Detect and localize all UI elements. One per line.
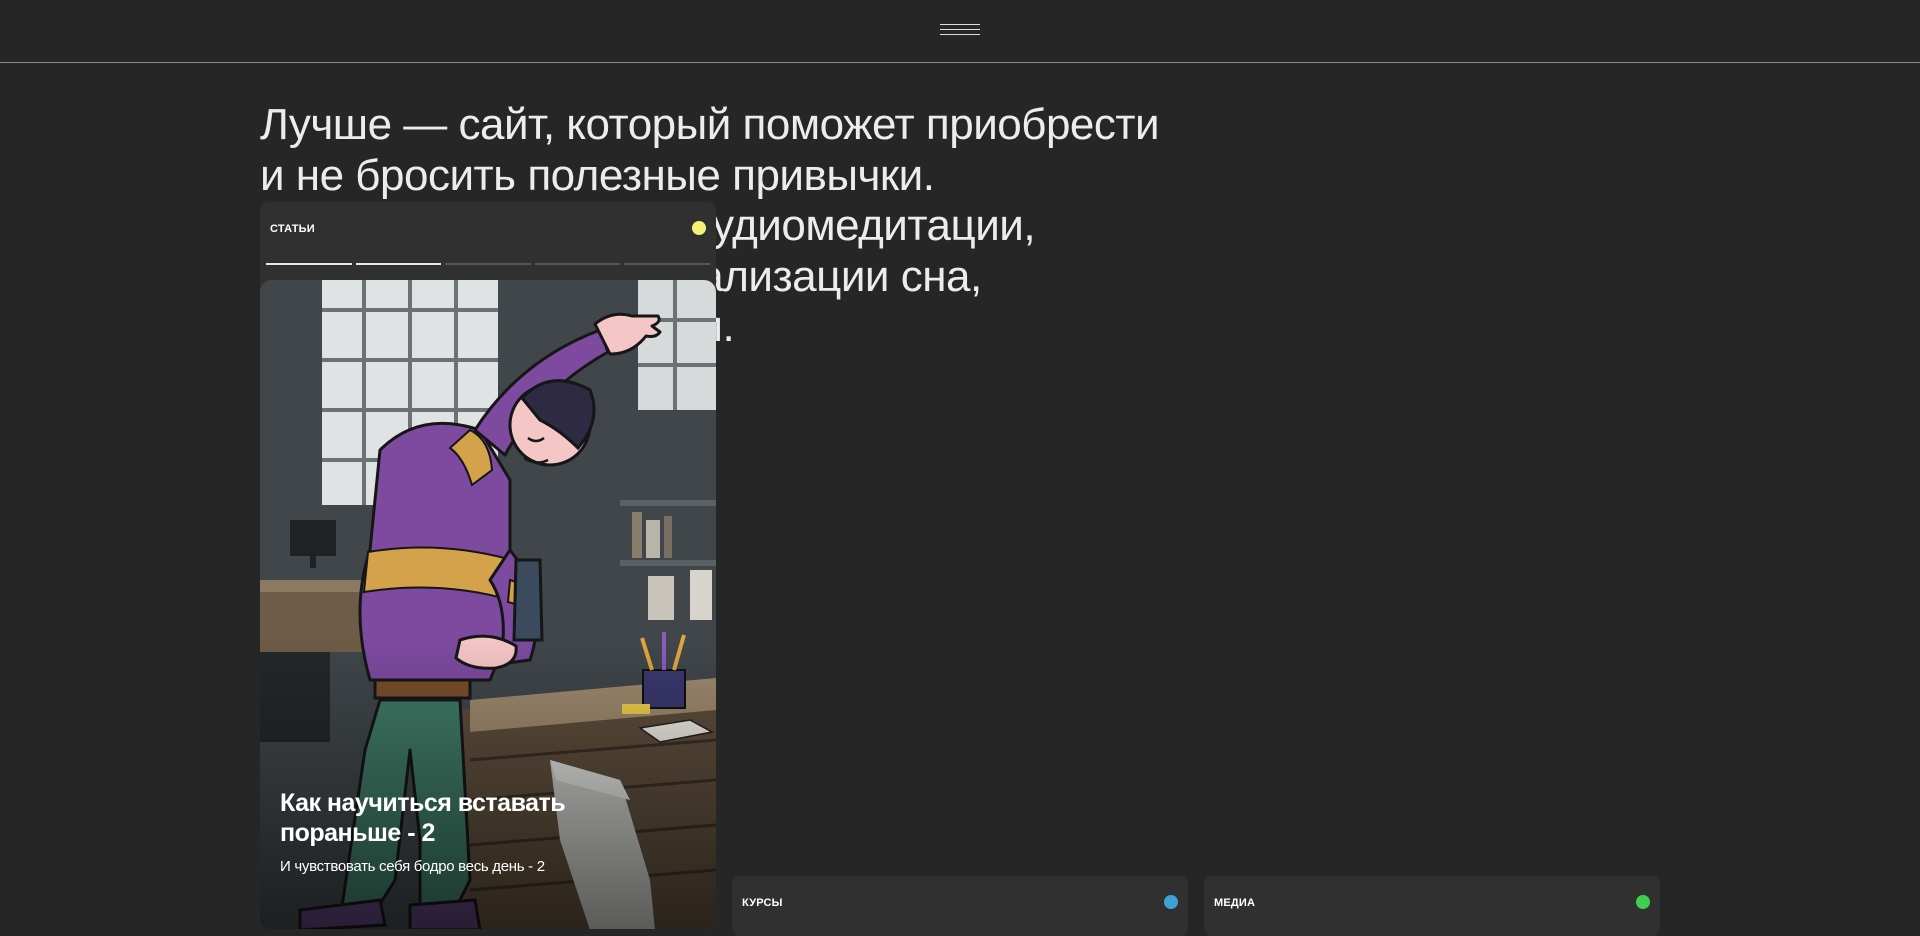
courses-title: КУРСЫ bbox=[742, 897, 783, 909]
progress-fill bbox=[266, 263, 352, 265]
progress-segment bbox=[534, 263, 621, 265]
menu-line bbox=[940, 34, 980, 35]
media-title: МЕДИА bbox=[1214, 897, 1256, 909]
articles-status-dot bbox=[692, 221, 706, 235]
courses-status-dot bbox=[1164, 895, 1178, 909]
progress-segment bbox=[445, 263, 531, 265]
article-card[interactable]: Как научиться вставать пораньше - 2 И чу… bbox=[260, 280, 716, 929]
intro-line: Лучше — сайт, который поможет приобрести bbox=[260, 100, 1160, 149]
media-panel[interactable]: МЕДИА bbox=[1204, 876, 1660, 936]
progress-fill bbox=[355, 263, 442, 265]
progress-segment bbox=[355, 263, 442, 265]
progress-segment bbox=[266, 263, 352, 265]
menu-line bbox=[940, 29, 980, 30]
articles-panel: СТАТЬИ Как научиться вставать пораньше -… bbox=[260, 202, 716, 929]
menu-line bbox=[940, 24, 980, 25]
articles-title: СТАТЬИ bbox=[270, 223, 315, 235]
article-card-title: Как научиться вставать пораньше - 2 bbox=[280, 789, 566, 847]
stories-progress bbox=[266, 263, 710, 266]
progress-segment bbox=[624, 263, 710, 265]
media-status-dot bbox=[1636, 895, 1650, 909]
top-bar bbox=[0, 0, 1920, 63]
intro-line: и не бросить полезные привычки. bbox=[260, 150, 935, 200]
article-card-subtitle: И чувствовать себя бодро весь день - 2 bbox=[280, 858, 545, 875]
courses-panel[interactable]: КУРСЫ bbox=[732, 876, 1188, 936]
hamburger-menu-icon[interactable] bbox=[940, 24, 980, 40]
